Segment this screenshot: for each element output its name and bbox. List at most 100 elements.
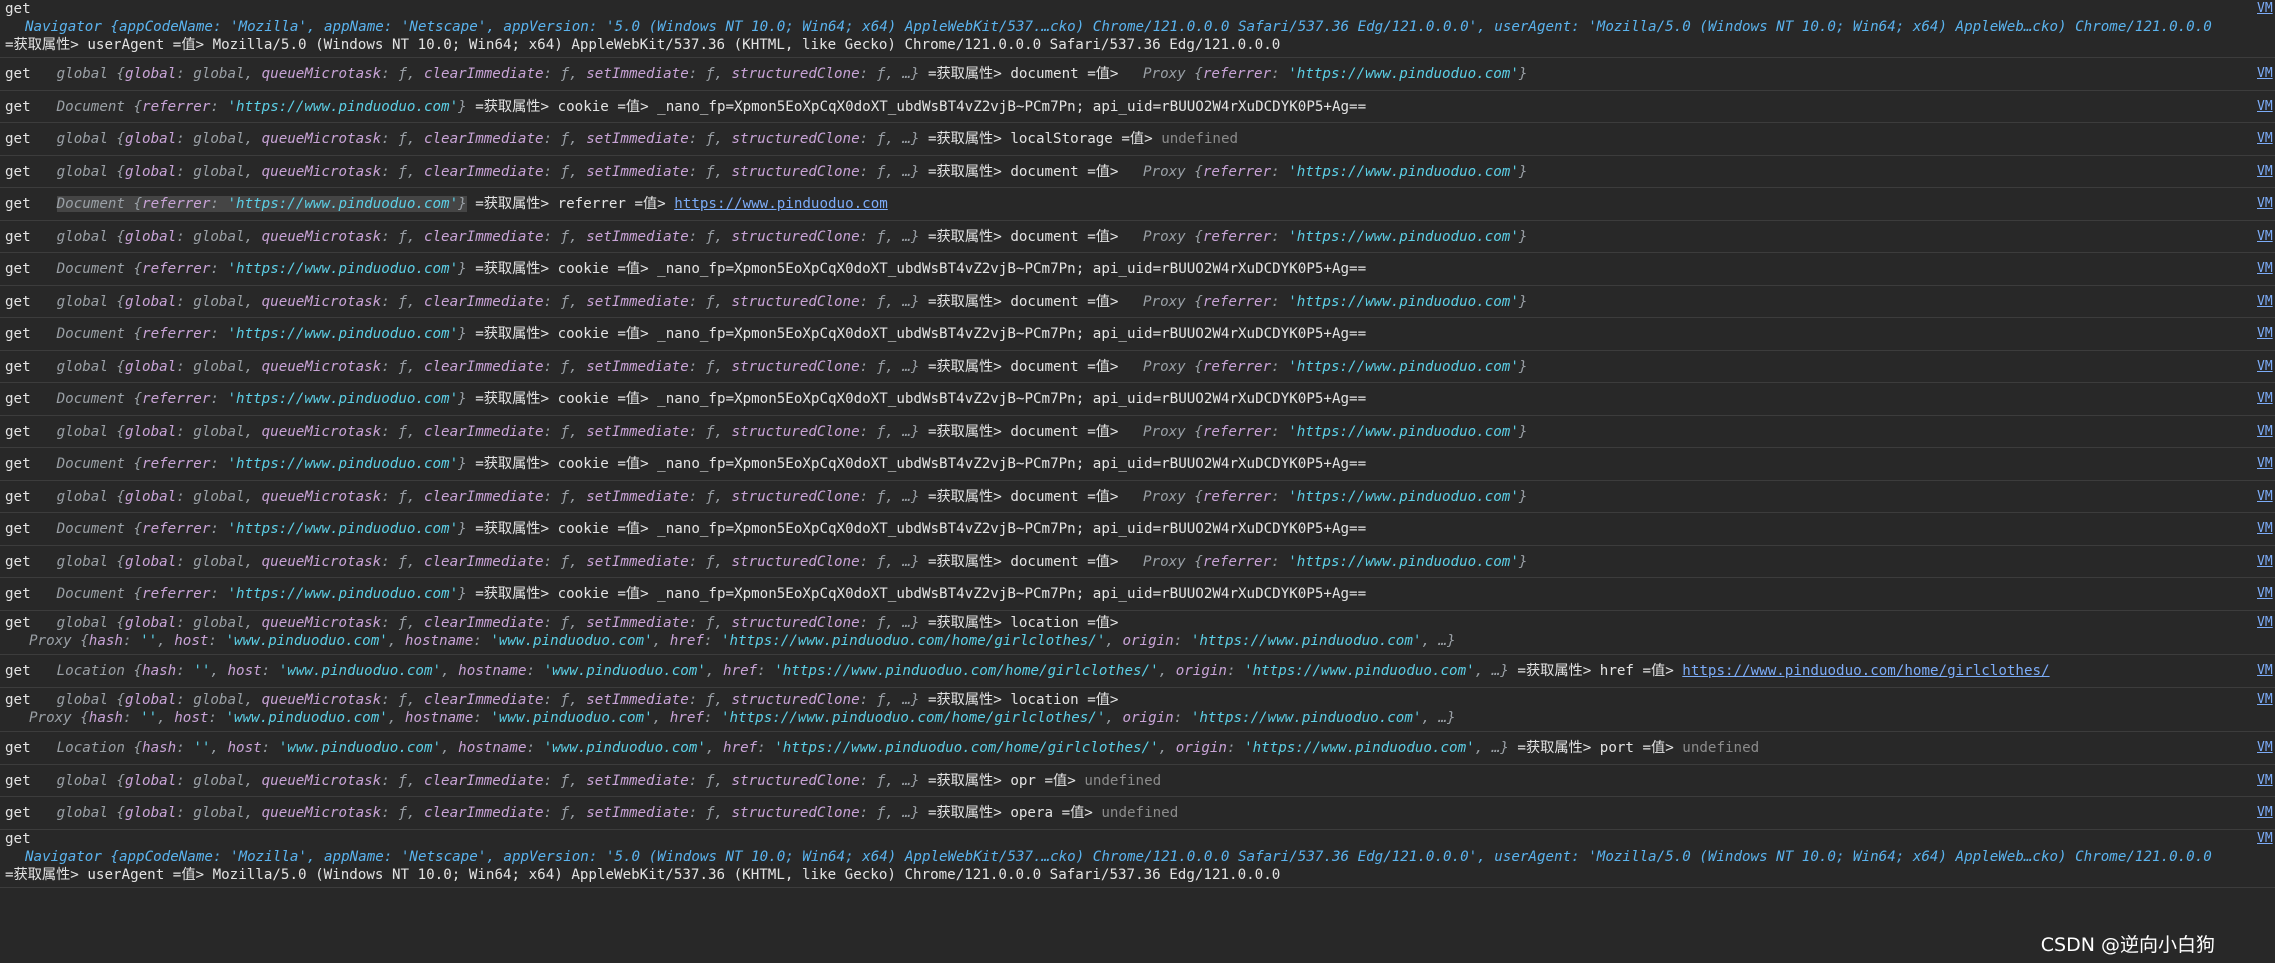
log-row: get Document {referrer: 'https://www.pind… <box>0 253 2275 286</box>
property-access: =获取属性> location =值> <box>919 614 1119 631</box>
log-row: get Document {referrer: 'https://www.pind… <box>0 513 2275 546</box>
target-object[interactable]: Document {referrer: 'https://www.pinduod… <box>57 521 467 537</box>
source-link[interactable]: VM <box>2257 578 2275 610</box>
log-line: get global {global: global, queueMicrotas… <box>5 481 2215 513</box>
source-link[interactable]: VM <box>2257 513 2275 545</box>
source-link[interactable]: VM <box>2257 655 2275 687</box>
property-access: =获取属性> location =值> <box>919 691 1119 708</box>
source-link[interactable]: VM <box>2257 318 2275 350</box>
proxy-object[interactable]: Proxy {hash: '', host: 'www.pinduoduo.co… <box>29 633 1456 649</box>
target-object[interactable]: Document {referrer: 'https://www.pinduod… <box>57 326 467 342</box>
value-object[interactable]: Proxy {referrer: 'https://www.pinduoduo.… <box>1143 554 1527 570</box>
target-object[interactable]: global {global: global, queueMicrotask: … <box>57 294 920 310</box>
log-row: get global {global: global, queueMicrotas… <box>0 765 2275 797</box>
log-line: get global {global: global, queueMicrotas… <box>5 351 2215 383</box>
value-object[interactable]: Proxy {referrer: 'https://www.pinduoduo.… <box>1143 359 1527 375</box>
target-object[interactable]: global {global: global, queueMicrotask: … <box>57 164 920 180</box>
get-keyword: get <box>5 614 31 631</box>
source-link[interactable]: VM <box>2257 383 2275 415</box>
log-object-preview[interactable]: Navigator {appCodeName: 'Mozilla', appNa… <box>5 848 2215 866</box>
value-object[interactable]: Proxy {referrer: 'https://www.pinduoduo.… <box>1143 164 1527 180</box>
log-line-2[interactable]: Proxy {hash: '', host: 'www.pinduoduo.co… <box>5 709 2215 727</box>
source-link[interactable]: VM <box>2257 765 2275 797</box>
target-object[interactable]: global {global: global, queueMicrotask: … <box>57 773 920 789</box>
property-access: =获取属性> cookie =值> _nano_fp=Xpmon5EoXpCqX… <box>466 456 1367 472</box>
value-link[interactable]: https://www.pinduoduo.com/home/girlcloth… <box>1682 663 2049 679</box>
get-keyword: get <box>5 261 31 277</box>
get-keyword: get <box>5 521 31 537</box>
get-keyword: get <box>5 358 31 375</box>
target-object[interactable]: global {global: global, queueMicrotask: … <box>57 229 920 245</box>
target-object[interactable]: global {global: global, queueMicrotask: … <box>57 424 920 440</box>
log-line: get global {global: global, queueMicrotas… <box>5 546 2215 578</box>
log-row: get global {global: global, queueMicrotas… <box>0 351 2275 383</box>
source-link[interactable]: VM <box>2257 188 2275 220</box>
log-line: get global {global: global, queueMicrotas… <box>5 286 2215 318</box>
log-line: get global {global: global, queueMicrotas… <box>5 123 2215 155</box>
source-link[interactable]: VM <box>2257 732 2275 764</box>
target-object[interactable]: Document {referrer: 'https://www.pinduod… <box>57 99 467 115</box>
property-access: =获取属性> localStorage =值> <box>919 131 1162 147</box>
log-row: get Document {referrer: 'https://www.pind… <box>0 578 2275 611</box>
value-link[interactable]: https://www.pinduoduo.com <box>674 196 888 212</box>
source-link[interactable]: VM <box>2257 614 2275 632</box>
source-link[interactable]: VM <box>2257 481 2275 513</box>
log-line: get Location {hash: '', host: 'www.pinduo… <box>5 655 2215 687</box>
value-object[interactable]: Proxy {referrer: 'https://www.pinduoduo.… <box>1143 229 1527 245</box>
proxy-object[interactable]: Proxy {hash: '', host: 'www.pinduoduo.co… <box>29 710 1456 726</box>
target-object[interactable]: global {global: global, queueMicrotask: … <box>57 692 920 708</box>
log-row: get global {global: global, queueMicrotas… <box>0 58 2275 91</box>
property-access: =获取属性> document =值> <box>919 553 1128 570</box>
target-object[interactable]: global {global: global, queueMicrotask: … <box>57 489 920 505</box>
target-object[interactable]: Document {referrer: 'https://www.pinduod… <box>57 586 467 602</box>
log-line: get Document {referrer: 'https://www.pind… <box>5 513 2215 545</box>
log-row-location: get global {global: global, queueMicrotas… <box>0 688 2275 732</box>
target-object[interactable]: global {global: global, queueMicrotask: … <box>57 554 920 570</box>
log-row-location: get global {global: global, queueMicrotas… <box>0 611 2275 655</box>
source-link[interactable]: VM <box>2257 156 2275 188</box>
value-object[interactable]: Proxy {referrer: 'https://www.pinduoduo.… <box>1143 66 1527 82</box>
target-object[interactable]: global {global: global, queueMicrotask: … <box>57 805 920 821</box>
target-object[interactable]: global {global: global, queueMicrotask: … <box>57 615 920 631</box>
log-row-navigator: get Navigator {appCodeName: 'Mozilla', ap… <box>0 0 2275 58</box>
source-link[interactable]: VM <box>2257 221 2275 253</box>
source-link[interactable]: VM <box>2257 416 2275 448</box>
log-line: get global {global: global, queueMicrotas… <box>5 58 2215 90</box>
property-access: =获取属性> document =值> <box>919 228 1128 245</box>
source-link[interactable]: VM <box>2257 253 2275 285</box>
value-object[interactable]: Proxy {referrer: 'https://www.pinduoduo.… <box>1143 489 1527 505</box>
log-object-preview[interactable]: Navigator {appCodeName: 'Mozilla', appNa… <box>5 18 2215 36</box>
target-object[interactable]: global {global: global, queueMicrotask: … <box>57 131 920 147</box>
log-line-2[interactable]: Proxy {hash: '', host: 'www.pinduoduo.co… <box>5 632 2215 650</box>
target-object[interactable]: Document {referrer: 'https://www.pinduod… <box>56 196 467 212</box>
log-line: get global {global: global, queueMicrotas… <box>5 156 2215 188</box>
source-link[interactable]: VM <box>2257 123 2275 155</box>
navigator-object[interactable]: Navigator {appCodeName: 'Mozilla', appNa… <box>25 19 2215 35</box>
source-link[interactable]: VM <box>2257 91 2275 123</box>
source-link[interactable]: VM <box>2257 448 2275 480</box>
source-link[interactable]: VM <box>2257 546 2275 578</box>
log-row-navigator: get Navigator {appCodeName: 'Mozilla', ap… <box>0 830 2275 888</box>
property-access: =获取属性> opr =值> <box>919 772 1085 789</box>
log-row: get Document {referrer: 'https://www.pind… <box>0 448 2275 481</box>
target-object[interactable]: Document {referrer: 'https://www.pinduod… <box>57 261 467 277</box>
target-object[interactable]: global {global: global, queueMicrotask: … <box>57 359 920 375</box>
target-object[interactable]: Location {hash: '', host: 'www.pinduoduo… <box>57 740 1509 756</box>
target-object[interactable]: Location {hash: '', host: 'www.pinduoduo… <box>57 663 1509 679</box>
get-keyword: get <box>5 772 31 789</box>
target-object[interactable]: Document {referrer: 'https://www.pinduod… <box>57 456 467 472</box>
source-link[interactable]: VM <box>2257 58 2275 90</box>
source-link[interactable]: VM <box>2257 0 2275 18</box>
value-object[interactable]: Proxy {referrer: 'https://www.pinduoduo.… <box>1143 294 1527 310</box>
value-object[interactable]: Proxy {referrer: 'https://www.pinduoduo.… <box>1143 424 1527 440</box>
source-link[interactable]: VM <box>2257 691 2275 709</box>
source-link[interactable]: VM <box>2257 830 2275 848</box>
log-row: get Document {referrer: 'https://www.pind… <box>0 188 2275 221</box>
navigator-object[interactable]: Navigator {appCodeName: 'Mozilla', appNa… <box>25 849 2215 865</box>
get-keyword: get <box>5 740 31 756</box>
source-link[interactable]: VM <box>2257 351 2275 383</box>
source-link[interactable]: VM <box>2257 286 2275 318</box>
target-object[interactable]: global {global: global, queueMicrotask: … <box>57 66 920 82</box>
target-object[interactable]: Document {referrer: 'https://www.pinduod… <box>57 391 467 407</box>
source-link[interactable]: VM <box>2257 797 2275 829</box>
